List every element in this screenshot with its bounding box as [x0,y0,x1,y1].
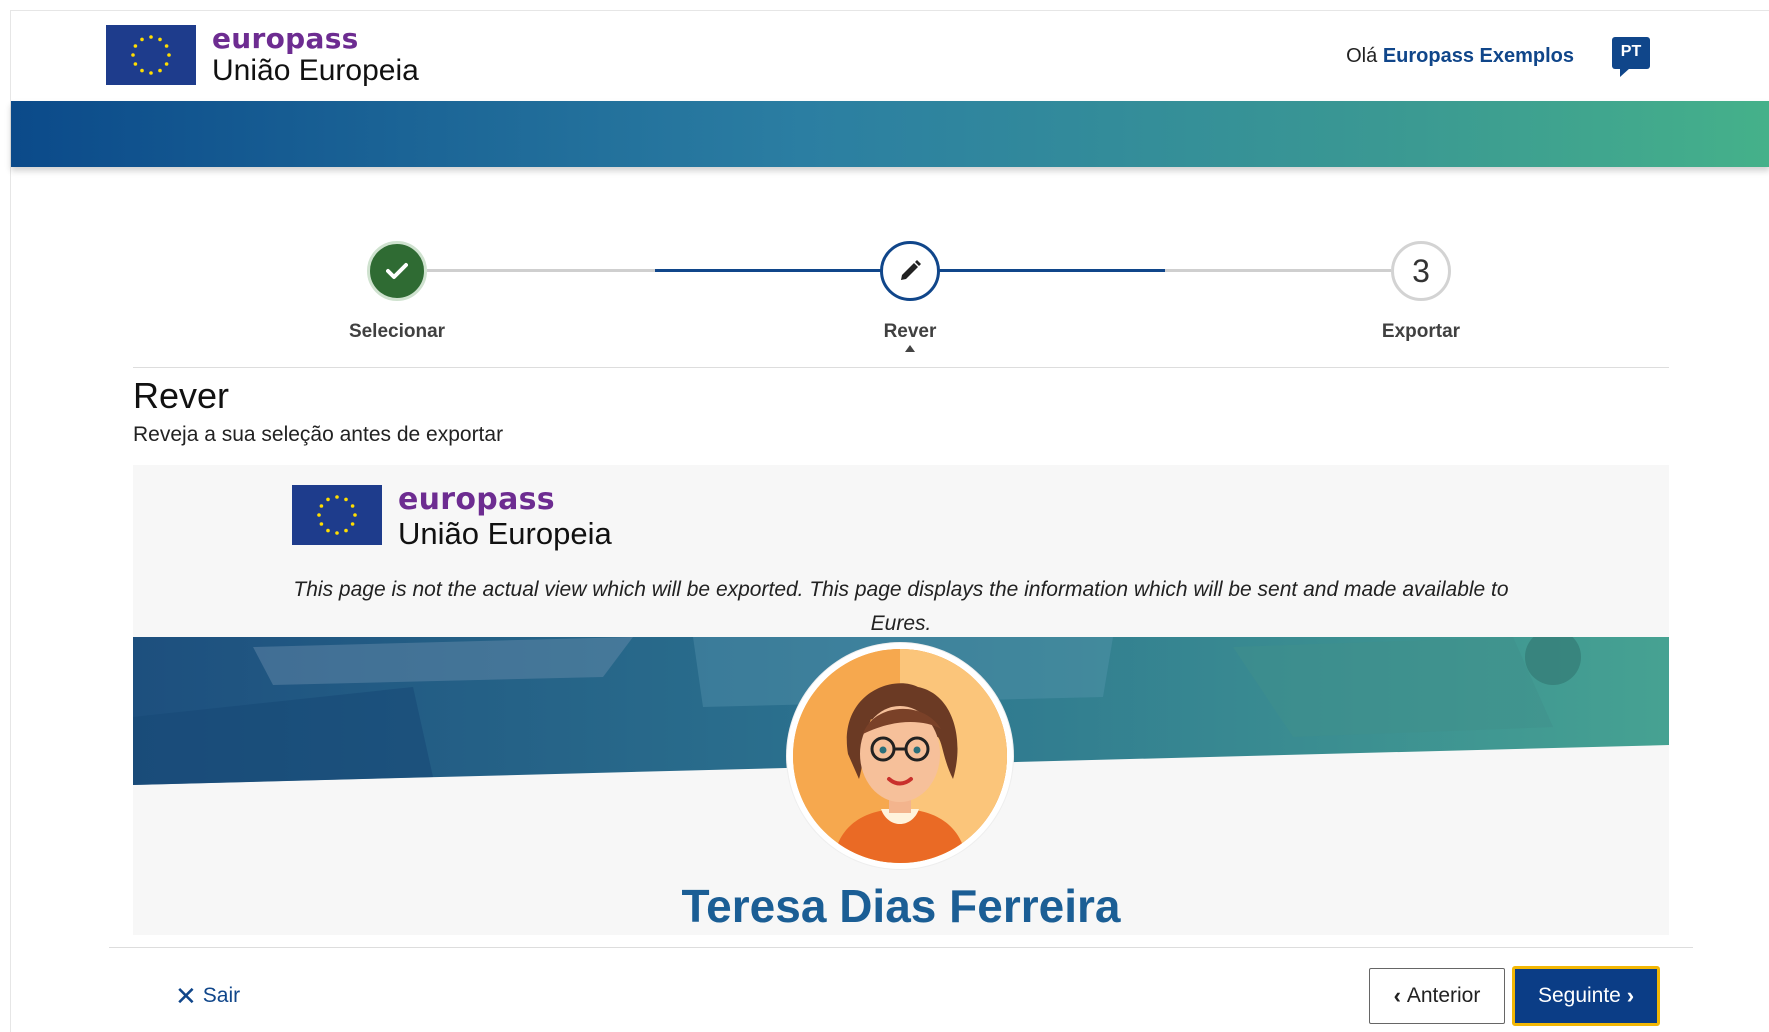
chevron-right-icon: › [1626,983,1635,1008]
page-subtitle: Reveja a sua seleção antes de exportar [133,423,504,446]
eu-flag-icon [106,25,196,85]
step-1-completed[interactable] [367,241,427,301]
app-frame: europass União Europeia Olá Europass Exe… [10,10,1769,1032]
logo-subtitle-text: União Europeia [212,54,419,87]
user-name-link[interactable]: Europass Exemplos [1383,45,1574,67]
user-greeting: Olá Europass Exemplos [1346,45,1574,68]
stepper-connector [427,269,655,272]
profile-photo [793,649,1007,863]
footer-divider [109,947,1693,948]
pencil-icon [901,260,921,280]
next-button[interactable]: Seguinte › [1512,966,1660,1026]
greeting-text: Olá [1346,45,1378,67]
previous-button[interactable]: ‹ Anterior [1369,968,1505,1024]
chevron-left-icon: ‹ [1393,983,1401,1008]
cv-person-name: Teresa Dias Ferreira [681,880,1121,932]
step-label-exportar: Exportar [1381,321,1461,342]
section-divider [133,367,1669,368]
page-title: Rever [133,375,230,416]
profile-photo-frame [787,643,1013,869]
current-step-caret-icon [905,345,915,352]
next-label: Seguinte [1537,984,1621,1007]
close-icon: ✕ [175,981,197,1011]
step-label-selecionar: Selecionar [348,321,446,342]
language-selector[interactable]: PT [1612,37,1650,77]
previous-label: Anterior [1406,984,1481,1007]
progress-stepper: 3 Selecionar Rever Exportar [11,211,1769,352]
site-header: europass União Europeia Olá Europass Exe… [11,11,1769,101]
step-2-current[interactable] [880,241,940,301]
logo-brand-text: europass [212,22,359,55]
exit-button[interactable]: ✕ Sair [175,983,240,1009]
europass-logo[interactable]: europass União Europeia [106,25,419,86]
preview-notice: This page is not the actual view which w… [293,578,1509,635]
preview-logo-subtitle: União Europeia [398,516,612,551]
header-gradient-band [11,101,1769,167]
stepper-connector [1165,269,1391,272]
eu-flag-icon [292,485,382,545]
step-label-rever: Rever [883,321,937,342]
check-icon [386,263,408,279]
cv-preview-panel[interactable]: europass União Europeia This page is not… [133,465,1669,935]
preview-europass-logo: europass União Europeia [292,485,612,549]
step-3-pending[interactable]: 3 [1391,241,1451,301]
exit-label: Sair [202,984,241,1007]
preview-logo-brand: europass [398,482,555,517]
